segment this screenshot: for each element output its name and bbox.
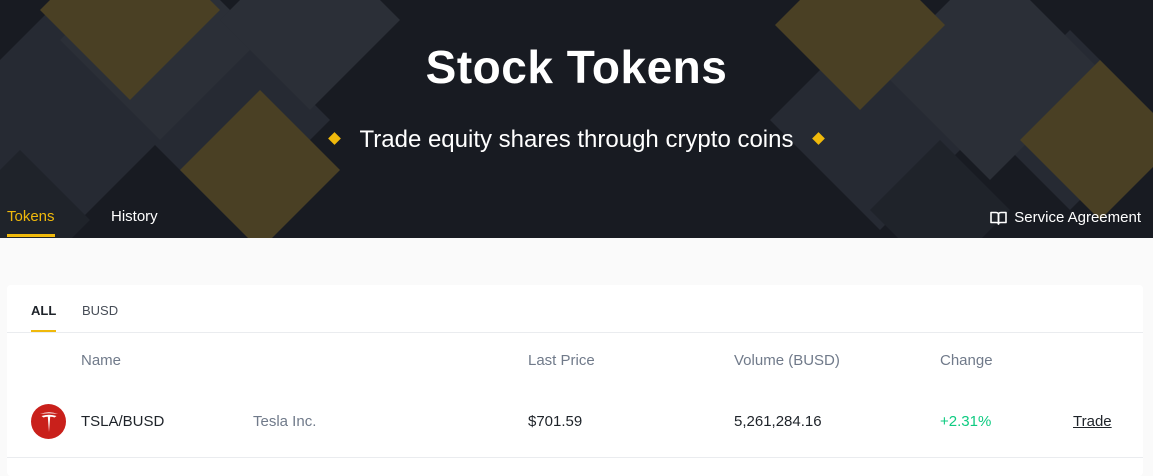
page-title: Stock Tokens [425, 41, 728, 93]
divider [7, 457, 1143, 458]
filter-tab-busd[interactable]: BUSD [82, 303, 118, 318]
hero-subtitle: Trade equity shares through crypto coins [0, 126, 1153, 154]
divider [7, 332, 1143, 333]
column-header-last-price: Last Price [528, 352, 595, 369]
column-header-volume: Volume (BUSD) [734, 352, 840, 369]
service-agreement-label: Service Agreement [1014, 209, 1141, 226]
column-header-change: Change [940, 352, 993, 369]
volume: 5,261,284.16 [734, 413, 822, 430]
diamond-icon [811, 132, 825, 146]
token-pair: TSLA/BUSD [81, 413, 165, 430]
last-price: $701.59 [528, 413, 583, 430]
tesla-logo-icon [31, 404, 66, 439]
hero-banner: Stock Tokens Trade equity shares through… [0, 0, 1153, 238]
trade-link[interactable]: Trade [1073, 413, 1112, 430]
change-percent: +2.31% [940, 413, 992, 430]
diamond-icon [328, 132, 342, 146]
hero-pattern [0, 0, 1153, 238]
column-header-name: Name [81, 352, 122, 369]
service-agreement-link[interactable]: Service Agreement [990, 209, 1141, 226]
company-name: Tesla Inc. [253, 413, 317, 430]
book-icon [990, 211, 1008, 225]
tokens-card: ALL BUSD Name Last Price Volume (BUSD) C… [7, 285, 1143, 476]
filter-tab-all[interactable]: ALL [31, 303, 57, 332]
hero-subtitle-text: Trade equity shares through crypto coins [359, 126, 794, 153]
tab-history[interactable]: History [111, 208, 158, 225]
table-row[interactable]: TSLA/BUSD Tesla Inc. $701.59 5,261,284.1… [7, 398, 1143, 448]
tab-tokens[interactable]: Tokens [7, 208, 55, 237]
